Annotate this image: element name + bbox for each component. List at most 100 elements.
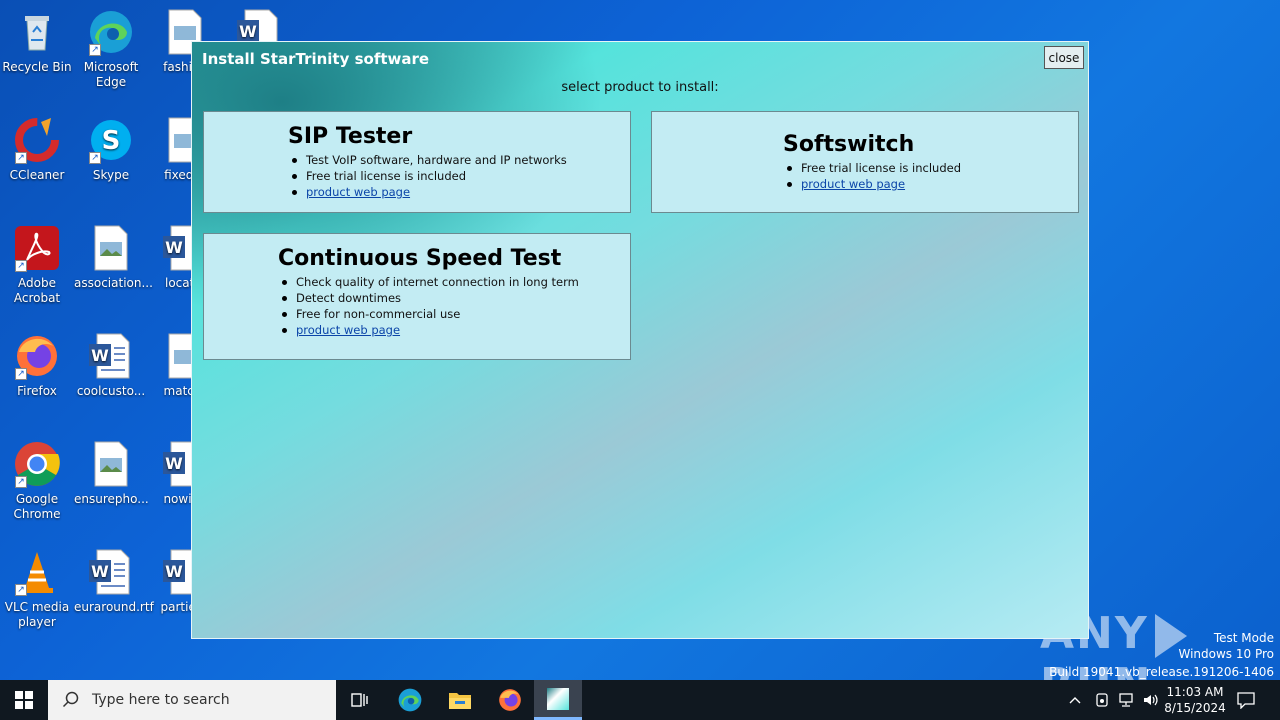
taskbar-startrinity-installer[interactable]	[534, 680, 582, 720]
svg-text:W: W	[165, 454, 183, 473]
desktop-icon-association[interactable]: association...	[74, 224, 153, 291]
search-icon	[62, 691, 79, 708]
edge-icon	[398, 688, 422, 712]
desktop-icon-label: VLC media player	[4, 600, 70, 629]
desktop-icon-label: Recycle Bin	[2, 60, 72, 74]
desktop-icon-microsoft-edge[interactable]: ↗ Microsoft Edge	[74, 8, 148, 90]
product-name: Softswitch	[783, 132, 915, 157]
feature-item: Check quality of internet connection in …	[278, 274, 579, 290]
product-web-page-link[interactable]: product web page	[296, 323, 400, 337]
clock-time: 11:03 AM	[1166, 685, 1224, 699]
task-view-button[interactable]	[336, 680, 384, 720]
feature-list: Test VoIP software, hardware and IP netw…	[288, 152, 567, 200]
start-button[interactable]	[0, 680, 48, 720]
chevron-up-icon	[1069, 697, 1081, 704]
feature-list: Check quality of internet connection in …	[278, 274, 579, 338]
desktop-icon-euraround[interactable]: W euraround.rtf	[74, 548, 154, 615]
clock-date: 8/15/2024	[1164, 701, 1226, 715]
taskbar-edge[interactable]	[386, 680, 434, 720]
edge-icon: ↗	[87, 8, 135, 56]
desktop-icon-label: Firefox	[17, 384, 57, 398]
taskbar-file-explorer[interactable]	[436, 680, 484, 720]
window-title: Install StarTrinity software	[202, 50, 430, 68]
select-prompt: select product to install:	[561, 80, 719, 95]
test-mode-label: Test Mode	[1213, 631, 1274, 645]
firefox-icon	[499, 689, 521, 711]
feature-item: Free trial license is included	[288, 168, 567, 184]
desktop-icon-vlc[interactable]: ↗ VLC media player	[0, 548, 74, 630]
desktop-icon-label: euraround.rtf	[74, 600, 154, 614]
desktop-icon-label: CCleaner	[9, 168, 65, 182]
desktop-icon-firefox[interactable]: ↗ Firefox	[0, 332, 74, 399]
notification-icon	[1237, 692, 1255, 709]
desktop-icon-label: Adobe Acrobat	[13, 276, 61, 305]
desktop-icon-ensurepho[interactable]: ensurepho...	[74, 440, 149, 507]
image-file-icon	[87, 440, 135, 488]
desktop-icon-label: Google Chrome	[13, 492, 61, 521]
feature-list: Free trial license is included product w…	[783, 160, 961, 192]
desktop-icon-adobe-acrobat[interactable]: ↗ Adobe Acrobat	[0, 224, 74, 306]
image-file-icon	[87, 224, 135, 272]
product-name: SIP Tester	[288, 124, 413, 149]
tray-device-icon-button[interactable]	[1094, 680, 1110, 720]
desktop-icon-ccleaner[interactable]: ↗ CCleaner	[0, 116, 74, 183]
feature-item: Test VoIP software, hardware and IP netw…	[288, 152, 567, 168]
desktop-icon-recycle-bin[interactable]: Recycle Bin	[0, 8, 74, 75]
svg-text:W: W	[165, 238, 183, 257]
ccleaner-icon: ↗	[13, 116, 61, 164]
desktop-icon-skype[interactable]: S ↗ Skype	[74, 116, 148, 183]
chrome-icon: ↗	[13, 440, 61, 488]
network-icon	[1119, 693, 1133, 707]
product-card-softswitch[interactable]: Softswitch Free trial license is include…	[651, 111, 1079, 213]
desktop-icon-coolcusto[interactable]: W coolcusto...	[74, 332, 148, 399]
device-icon	[1096, 693, 1108, 707]
skype-icon: S ↗	[87, 116, 135, 164]
windows-icon	[15, 691, 33, 709]
taskbar-firefox[interactable]	[486, 680, 534, 720]
close-button[interactable]: close	[1044, 46, 1084, 69]
desktop-icon-label: association...	[74, 276, 153, 290]
desktop-icon-google-chrome[interactable]: ↗ Google Chrome	[0, 440, 74, 522]
search-placeholder: Type here to search	[92, 692, 230, 708]
notification-center-button[interactable]	[1236, 680, 1256, 720]
startrinity-app-icon	[547, 687, 569, 710]
svg-text:W: W	[91, 562, 109, 581]
feature-item: product web page	[278, 322, 579, 338]
volume-icon	[1144, 694, 1158, 706]
taskbar-search-box[interactable]: Type here to search	[48, 680, 336, 720]
svg-text:W: W	[165, 562, 183, 581]
product-card-sip-tester[interactable]: SIP Tester Test VoIP software, hardware …	[203, 111, 631, 213]
folder-icon	[449, 693, 471, 709]
adobe-acrobat-icon: ↗	[13, 224, 61, 272]
show-hidden-icons-button[interactable]	[1068, 680, 1082, 720]
svg-text:W: W	[239, 22, 257, 41]
product-name: Continuous Speed Test	[278, 246, 562, 271]
taskbar: Type here to search 11:03 AM 8/15/2024	[0, 680, 1280, 720]
product-web-page-link[interactable]: product web page	[306, 185, 410, 199]
desktop-icon-label: coolcusto...	[76, 384, 146, 398]
volume-button[interactable]	[1142, 680, 1160, 720]
build-label: Build 19041.vb_release.191206-1406	[1049, 665, 1274, 679]
vlc-icon: ↗	[13, 548, 61, 596]
svg-text:W: W	[91, 346, 109, 365]
feature-item: Free for non-commercial use	[278, 306, 579, 322]
word-file-icon: W	[87, 548, 135, 596]
task-view-icon	[351, 693, 368, 707]
product-card-continuous-speed-test[interactable]: Continuous Speed Test Check quality of i…	[203, 233, 631, 360]
desktop-icon-label: Skype	[92, 168, 130, 182]
recycle-bin-icon	[13, 8, 61, 56]
svg-text:S: S	[102, 126, 121, 156]
feature-item: Free trial license is included	[783, 160, 961, 176]
installer-window: Install StarTrinity software close selec…	[191, 41, 1089, 639]
clock[interactable]: 11:03 AM 8/15/2024	[1164, 680, 1226, 720]
feature-item: product web page	[288, 184, 567, 200]
word-file-icon: W	[87, 332, 135, 380]
product-web-page-link[interactable]: product web page	[801, 177, 905, 191]
firefox-icon: ↗	[13, 332, 61, 380]
network-button[interactable]	[1118, 680, 1136, 720]
feature-item: Detect downtimes	[278, 290, 579, 306]
feature-item: product web page	[783, 176, 961, 192]
desktop-icon-label: ensurepho...	[74, 492, 149, 506]
os-label: Windows 10 Pro	[1178, 647, 1274, 661]
desktop-icon-label: Microsoft Edge	[83, 60, 139, 89]
